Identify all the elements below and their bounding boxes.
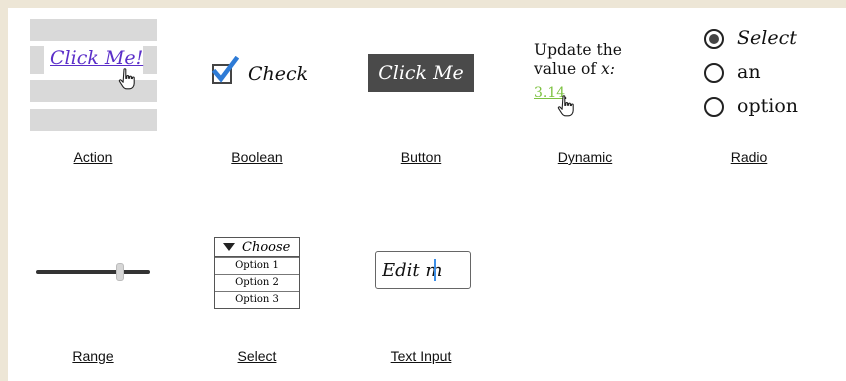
caption-boolean[interactable]: Boolean xyxy=(197,149,317,165)
boolean-label: Check xyxy=(248,63,309,85)
action-link[interactable]: Click Me! xyxy=(50,47,143,69)
hand-pointer-icon xyxy=(557,95,574,117)
caption-radio[interactable]: Radio xyxy=(689,149,809,165)
caption-text-input[interactable]: Text Input xyxy=(361,348,481,364)
dynamic-line2: value of x: xyxy=(534,60,664,79)
caption-select[interactable]: Select xyxy=(197,348,317,364)
hand-pointer-icon xyxy=(118,68,135,90)
placeholder-bar xyxy=(30,109,157,131)
select-option[interactable]: Option 2 xyxy=(215,274,299,291)
select-dropdown[interactable]: Choose Option 1 Option 2 Option 3 xyxy=(214,237,300,309)
placeholder-bar xyxy=(30,46,44,74)
caption-button[interactable]: Button xyxy=(361,149,481,165)
select-header[interactable]: Choose xyxy=(215,238,299,257)
radio-option-select[interactable] xyxy=(704,29,724,49)
range-track[interactable] xyxy=(36,270,150,274)
placeholder-bar xyxy=(30,19,157,41)
radio-option-option[interactable] xyxy=(704,97,724,117)
caption-range[interactable]: Range xyxy=(33,348,153,364)
caption-action[interactable]: Action xyxy=(33,149,153,165)
select-selected-value: Choose xyxy=(242,239,291,255)
chevron-down-icon xyxy=(223,243,235,251)
radio-label: option xyxy=(737,95,798,117)
radio-option-an[interactable] xyxy=(704,63,724,83)
text-caret xyxy=(434,259,436,281)
placeholder-bar xyxy=(143,46,157,74)
select-option[interactable]: Option 1 xyxy=(215,257,299,274)
radio-label: an xyxy=(737,61,761,83)
text-input-field[interactable] xyxy=(375,251,471,289)
dynamic-line2-prefix: value of xyxy=(534,60,602,78)
checkmark-icon xyxy=(211,56,239,83)
dynamic-text: Update the value of x: xyxy=(534,41,664,79)
dynamic-variable: x: xyxy=(601,60,616,78)
range-thumb[interactable] xyxy=(116,263,124,281)
radio-label: Select xyxy=(737,27,797,49)
select-option[interactable]: Option 3 xyxy=(215,291,299,308)
click-me-button[interactable]: Click Me xyxy=(368,54,474,92)
dynamic-line1: Update the xyxy=(534,41,622,59)
caption-dynamic[interactable]: Dynamic xyxy=(525,149,645,165)
